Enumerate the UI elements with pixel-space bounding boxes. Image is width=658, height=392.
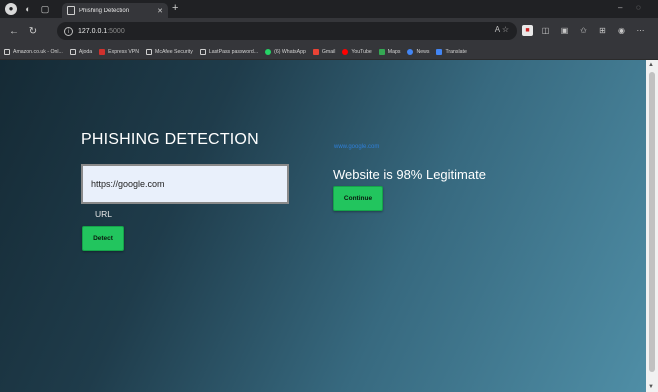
bookmark-mcafee[interactable]: McAfee Security bbox=[146, 48, 193, 55]
vpn-icon bbox=[99, 48, 106, 55]
url-port: :5000 bbox=[107, 27, 125, 35]
minimize-icon[interactable]: – bbox=[618, 3, 622, 12]
page-title: PHISHING DETECTION bbox=[81, 131, 259, 148]
maps-icon bbox=[378, 48, 385, 55]
url-input[interactable] bbox=[81, 164, 289, 204]
tab-title: Phishing Detection bbox=[79, 7, 130, 14]
page-icon bbox=[4, 48, 10, 55]
bookmark-amazon[interactable]: Amazon.co.uk - Onl... bbox=[4, 48, 63, 55]
continue-button[interactable]: Continue bbox=[333, 186, 383, 211]
restore-icon[interactable]: ◌ bbox=[636, 3, 641, 12]
youtube-icon bbox=[342, 48, 349, 55]
close-tab-icon[interactable]: ✕ bbox=[157, 7, 163, 15]
news-icon bbox=[407, 48, 414, 55]
bookmark-lastpass[interactable]: LastPass password... bbox=[199, 48, 258, 55]
back-arrow-icon[interactable]: ← bbox=[9, 26, 19, 37]
bookmarks-bar: Amazon.co.uk - Onl... Ajoda Express VPN … bbox=[0, 44, 658, 60]
whatsapp-icon bbox=[265, 48, 272, 55]
site-info-icon[interactable]: i bbox=[64, 26, 73, 36]
extension-icon[interactable]: ■ bbox=[522, 25, 533, 36]
new-tab-icon[interactable]: + bbox=[172, 2, 178, 14]
url-label: URL bbox=[95, 209, 113, 219]
page-viewport: PHISHING DETECTION URL Detect www.google… bbox=[0, 60, 646, 392]
url-host: 127.0.0.1 bbox=[78, 27, 108, 35]
page-icon bbox=[69, 48, 76, 55]
workspaces-icon[interactable]: ◐ bbox=[22, 3, 34, 15]
browser-toolbar: ← ↻ i 127.0.0.1 :5000 A ☆ ■ ◫ ▣ ✩ ⊞ ◉ ⋯ bbox=[0, 18, 658, 44]
detect-button[interactable]: Detect bbox=[82, 226, 124, 251]
bookmark-news[interactable]: News bbox=[407, 48, 429, 55]
bookmark-maps[interactable]: Maps bbox=[378, 48, 400, 55]
bookmark-gmail[interactable]: Gmail bbox=[312, 48, 335, 55]
scroll-down-icon[interactable]: ▼ bbox=[648, 384, 654, 390]
tab-actions-icon[interactable]: ▢ bbox=[39, 3, 51, 15]
split-screen-icon[interactable]: ◫ bbox=[540, 25, 551, 36]
bookmark-youtube[interactable]: YouTube bbox=[342, 48, 372, 55]
gmail-icon bbox=[312, 48, 319, 55]
result-url-link[interactable]: www.google.com bbox=[334, 144, 379, 150]
scroll-up-icon[interactable]: ▲ bbox=[648, 62, 654, 68]
page-icon bbox=[199, 48, 206, 55]
tab-grid-icon[interactable]: ▣ bbox=[559, 25, 570, 36]
page-scrollbar[interactable]: ▲ ▼ bbox=[646, 60, 658, 392]
favorites-icon[interactable]: ✩ bbox=[578, 25, 589, 36]
address-bar[interactable]: i 127.0.0.1 :5000 A ☆ bbox=[57, 22, 517, 40]
browser-window: ● ◐ ▢ Phishing Detection ✕ + – ◌ ← ↻ i 1… bbox=[0, 0, 658, 392]
translate-icon bbox=[436, 48, 443, 55]
profile-sync-icon[interactable]: ◉ bbox=[616, 25, 627, 36]
page-favicon-icon bbox=[67, 6, 75, 15]
collections-icon[interactable]: ⊞ bbox=[597, 25, 608, 36]
bookmark-whatsapp[interactable]: (6) WhatsApp bbox=[265, 48, 306, 55]
more-menu-icon[interactable]: ⋯ bbox=[635, 25, 646, 36]
bookmark-express-vpn[interactable]: Express VPN bbox=[99, 48, 139, 55]
bookmark-translate[interactable]: Translate bbox=[436, 48, 467, 55]
tab-phishing-detection[interactable]: Phishing Detection ✕ bbox=[62, 3, 168, 18]
page-icon bbox=[146, 48, 153, 55]
result-text: Website is 98% Legitimate bbox=[333, 167, 486, 182]
profile-icon[interactable]: ● bbox=[5, 3, 17, 15]
reload-icon[interactable]: ↻ bbox=[28, 26, 38, 37]
title-bar: ● ◐ ▢ Phishing Detection ✕ + – ◌ bbox=[0, 0, 658, 18]
bookmark-ajoda[interactable]: Ajoda bbox=[69, 48, 92, 55]
favorite-star-icon[interactable]: A ☆ bbox=[495, 25, 509, 34]
scroll-thumb[interactable] bbox=[649, 72, 655, 372]
